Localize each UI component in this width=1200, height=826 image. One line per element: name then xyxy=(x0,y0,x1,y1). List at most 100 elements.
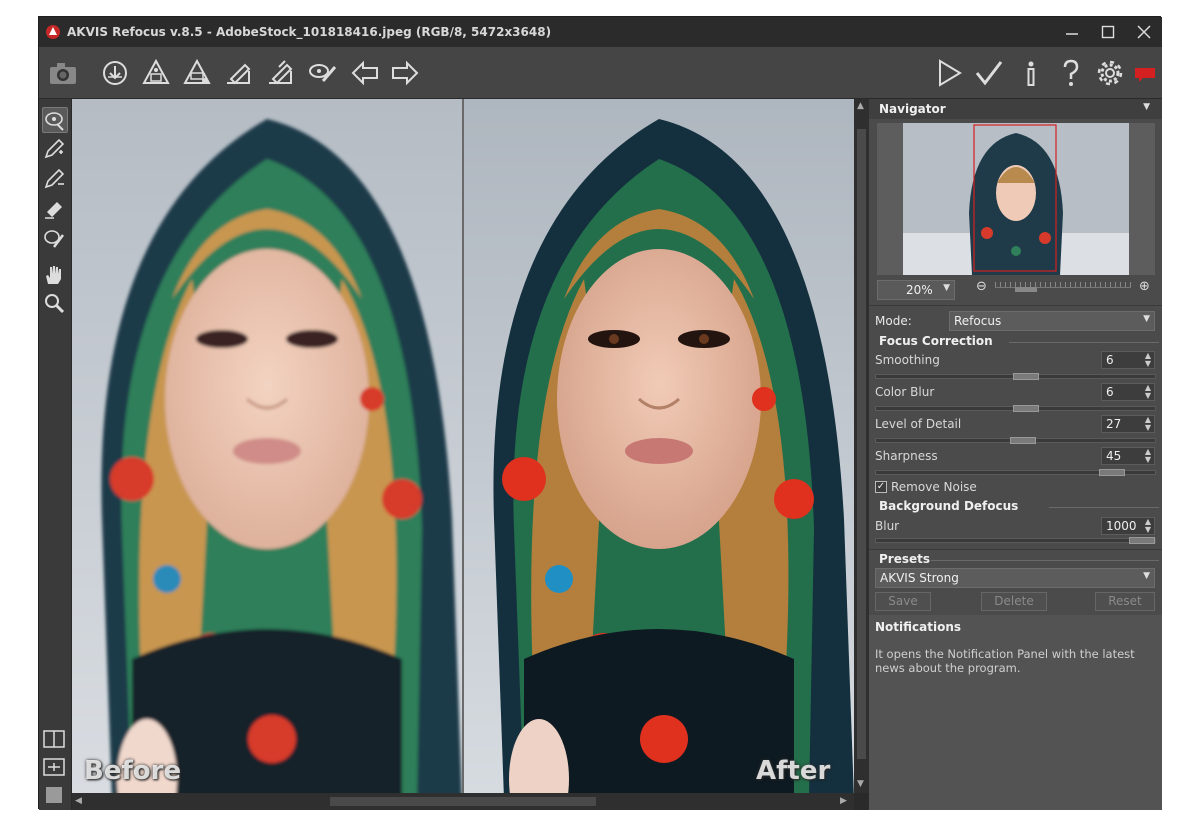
scroll-right-icon[interactable]: ▶ xyxy=(840,796,847,806)
zoom-slider-knob[interactable] xyxy=(1015,287,1037,292)
pencil-tool-icon[interactable] xyxy=(42,137,68,163)
image-canvas[interactable]: Before After ▲ ▼ ◀ ▶ xyxy=(72,99,869,810)
settings-panel: Navigator ▼ 20% ▼ ⊖ ⊕ Mode: Refocus ▼ Fo… xyxy=(869,99,1162,810)
slider-knob[interactable] xyxy=(1129,537,1155,544)
notifications-title: Notifications xyxy=(875,620,962,634)
notifications-text: It opens the Notification Panel with the… xyxy=(875,647,1135,675)
print-icon[interactable] xyxy=(181,57,213,89)
settings-icon[interactable] xyxy=(1094,57,1126,89)
compare-view-icon[interactable] xyxy=(42,755,68,781)
spin-arrows-icon[interactable]: ▲ ▼ xyxy=(1145,518,1151,534)
presets-select[interactable]: AKVIS Strong ▼ xyxy=(875,568,1155,588)
mode-select[interactable]: Refocus ▼ xyxy=(949,311,1155,331)
save-file-icon[interactable] xyxy=(140,57,172,89)
help-icon[interactable] xyxy=(1055,57,1087,89)
window-title: AKVIS Refocus v.8.5 - AdobeStock_1018184… xyxy=(67,25,552,39)
level-of-detail-label: Level of Detail xyxy=(875,417,962,431)
horizontal-scrollbar[interactable]: ◀ ▶ xyxy=(72,793,854,810)
smoothing-spinbox[interactable]: 6 ▲ ▼ xyxy=(1101,351,1155,369)
notification-icon[interactable] xyxy=(1129,57,1161,89)
back-arrow-icon[interactable] xyxy=(349,57,381,89)
zoom-caret-icon: ▼ xyxy=(943,283,950,293)
spin-arrows-icon[interactable]: ▲ ▼ xyxy=(1145,416,1151,432)
color-blur-label: Color Blur xyxy=(875,385,935,399)
navigator-preview[interactable] xyxy=(877,123,1155,275)
sharpness-slider[interactable] xyxy=(875,469,1156,476)
horizontal-scroll-thumb[interactable] xyxy=(330,797,596,806)
minimize-button[interactable] xyxy=(1054,17,1090,47)
batch-icon[interactable] xyxy=(265,57,297,89)
scroll-left-icon[interactable]: ◀ xyxy=(75,796,82,806)
presets-title: Presets xyxy=(879,552,931,566)
apply-icon[interactable] xyxy=(973,57,1005,89)
navigator-title: Navigator xyxy=(879,102,946,116)
mode-value: Refocus xyxy=(954,314,1002,328)
app-logo-icon xyxy=(46,25,60,39)
sharpness-label: Sharpness xyxy=(875,449,938,463)
zoom-out-icon[interactable]: ⊖ xyxy=(976,279,987,294)
presets-caret-icon: ▼ xyxy=(1143,571,1150,581)
zoom-tool-icon[interactable] xyxy=(42,291,68,317)
brush-preset-icon[interactable] xyxy=(307,57,339,89)
main-toolbar xyxy=(39,47,1162,99)
level-of-detail-slider[interactable] xyxy=(875,437,1156,444)
minimize-icon xyxy=(1066,33,1078,35)
sharpness-spinbox[interactable]: 45 ▲ ▼ xyxy=(1101,447,1155,465)
share-icon[interactable] xyxy=(223,57,255,89)
background-pencil-tool-icon[interactable] xyxy=(42,167,68,193)
mode-caret-icon: ▼ xyxy=(1143,314,1150,324)
camera-icon[interactable] xyxy=(47,57,79,89)
scroll-up-icon[interactable]: ▲ xyxy=(857,101,864,111)
level-of-detail-spinbox[interactable]: 27 ▲ ▼ xyxy=(1101,415,1155,433)
close-icon xyxy=(1137,25,1151,39)
info-icon[interactable] xyxy=(1015,57,1047,89)
maximize-button[interactable] xyxy=(1090,17,1126,47)
close-button[interactable] xyxy=(1126,17,1162,47)
smoothing-slider[interactable] xyxy=(875,373,1156,380)
focus-area-tool-icon[interactable] xyxy=(42,107,68,133)
magic-tube-tool-icon[interactable] xyxy=(42,227,68,253)
color-blur-slider[interactable] xyxy=(875,405,1156,412)
smoothing-label: Smoothing xyxy=(875,353,940,367)
presets-header: Presets xyxy=(869,549,1162,569)
background-defocus-header: Background Defocus xyxy=(869,496,1162,516)
slider-knob[interactable] xyxy=(1010,437,1036,444)
zoom-in-icon[interactable]: ⊕ xyxy=(1139,279,1150,294)
collapse-icon[interactable]: ▼ xyxy=(1143,102,1150,112)
single-view-icon[interactable] xyxy=(42,783,68,809)
save-preset-button[interactable]: Save xyxy=(875,592,931,611)
blur-slider[interactable] xyxy=(875,537,1156,544)
maximize-icon xyxy=(1101,25,1115,39)
open-file-icon[interactable] xyxy=(99,57,131,89)
after-image xyxy=(464,99,854,793)
eraser-tool-icon[interactable] xyxy=(42,197,68,223)
scroll-down-icon[interactable]: ▼ xyxy=(857,779,864,789)
preset-value: AKVIS Strong xyxy=(880,571,959,585)
vertical-scrollbar[interactable]: ▲ ▼ xyxy=(854,99,869,793)
reset-preset-button[interactable]: Reset xyxy=(1095,592,1155,611)
color-blur-value: 6 xyxy=(1106,385,1114,399)
spin-arrows-icon[interactable]: ▲ ▼ xyxy=(1145,384,1151,400)
zoom-select[interactable]: 20% ▼ xyxy=(877,280,955,300)
delete-preset-button[interactable]: Delete xyxy=(981,592,1047,611)
slider-knob[interactable] xyxy=(1013,405,1039,412)
spin-arrows-icon[interactable]: ▲ ▼ xyxy=(1145,352,1151,368)
navigator-header[interactable]: Navigator ▼ xyxy=(869,99,1162,119)
zoom-slider[interactable] xyxy=(995,282,1131,293)
run-icon[interactable] xyxy=(933,57,965,89)
slider-knob[interactable] xyxy=(1099,469,1125,476)
color-blur-spinbox[interactable]: 6 ▲ ▼ xyxy=(1101,383,1155,401)
hand-tool-icon[interactable] xyxy=(42,263,68,289)
focus-correction-header: Focus Correction xyxy=(869,331,1162,351)
slider-knob[interactable] xyxy=(1013,373,1039,380)
spin-arrows-icon[interactable]: ▲ ▼ xyxy=(1145,448,1151,464)
title-bar: AKVIS Refocus v.8.5 - AdobeStock_1018184… xyxy=(39,17,1162,47)
forward-arrow-icon[interactable] xyxy=(389,57,421,89)
before-label: Before xyxy=(84,756,182,786)
smoothing-value: 6 xyxy=(1106,353,1114,367)
notifications-section: Notifications It opens the Notification … xyxy=(869,615,1162,810)
remove-noise-checkbox[interactable]: ✓ xyxy=(875,481,887,493)
split-view-icon[interactable] xyxy=(42,727,68,753)
vertical-scroll-thumb[interactable] xyxy=(857,129,866,759)
blur-spinbox[interactable]: 1000 ▲ ▼ xyxy=(1101,517,1155,535)
